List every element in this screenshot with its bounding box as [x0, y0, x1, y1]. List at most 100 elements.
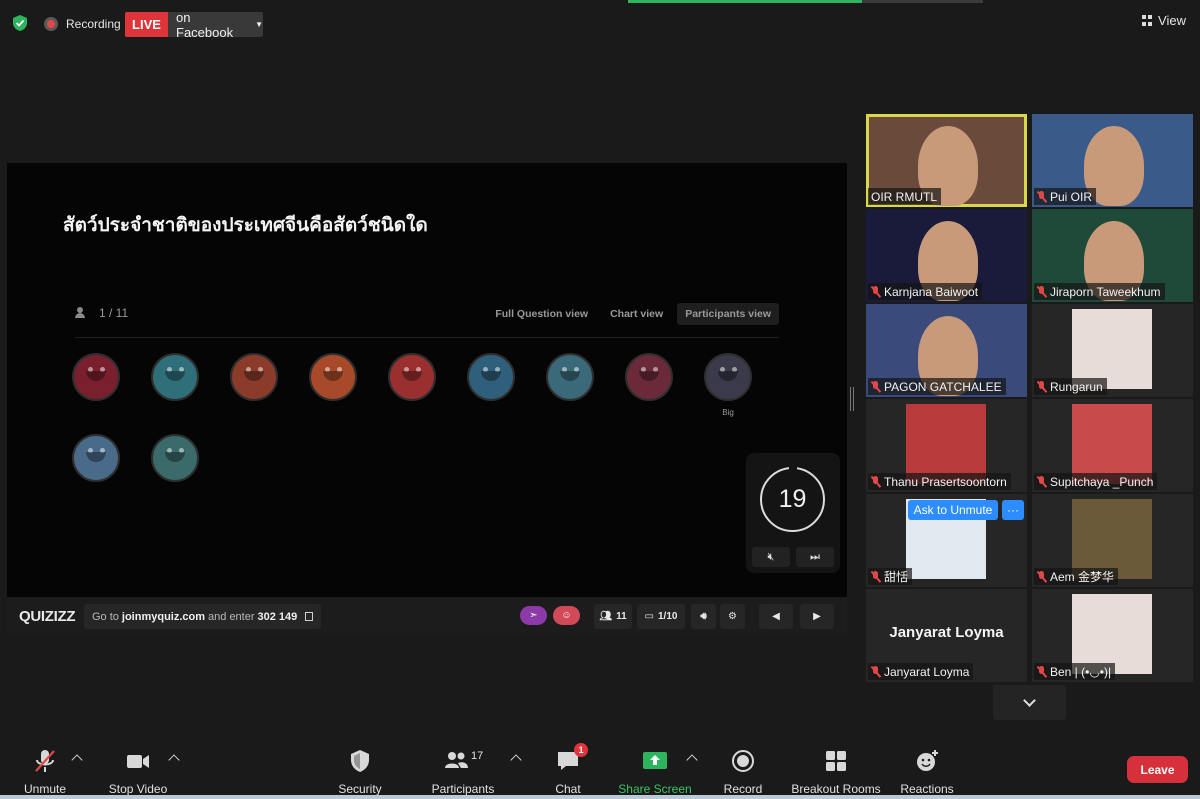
live-badge[interactable]: LIVE	[125, 12, 168, 37]
participant-avatar	[704, 353, 752, 401]
timer-value: 19	[778, 485, 807, 513]
tile-name-bar: Ben | (•◡•)|	[1034, 663, 1116, 680]
tab-view-2[interactable]: Participants view	[677, 303, 779, 325]
video-tile[interactable]: Ben | (•◡•)|	[1032, 589, 1193, 682]
tile-display-name: Janyarat Loyma	[889, 624, 1004, 641]
view-button[interactable]: View	[1142, 13, 1186, 28]
video-tile[interactable]: Karnjana Baiwoot	[866, 209, 1027, 302]
microphone-muted-icon	[1037, 475, 1046, 488]
avatar-face-part	[718, 371, 738, 381]
more-options-button[interactable]: ···	[1002, 500, 1024, 520]
tab-view-1[interactable]: Chart view	[602, 303, 671, 325]
tile-name-bar: Thanu Prasertsoontorn	[868, 473, 1011, 490]
breakout-rooms-button[interactable]: Breakout Rooms	[790, 738, 882, 796]
quizizz-logo: QUIZIZZ	[19, 608, 76, 625]
people-icon	[445, 752, 468, 768]
tile-name-bar: Supitchaya _Punch	[1034, 473, 1158, 490]
video-tile[interactable]: OIR RMUTL	[866, 114, 1027, 207]
participants-options-caret-icon[interactable]	[510, 754, 522, 766]
chat-label: Chat	[555, 782, 581, 796]
join-instructions[interactable]: Go to joinmyquiz.com and enter 302 149	[84, 604, 322, 629]
mute-sound-button[interactable]: 🔇︎	[752, 547, 790, 567]
shared-screen[interactable]: สัตว์ประจำชาติของประเทศจีนคือสัตว์ชนิดใด…	[7, 163, 847, 597]
chat-button[interactable]: 1 Chat	[553, 738, 588, 796]
security-button[interactable]: Security	[336, 738, 384, 796]
microphone-muted-icon	[871, 570, 880, 583]
video-tile[interactable]: Janyarat Loyma Janyarat Loyma	[866, 589, 1027, 682]
avatar-face-part	[86, 371, 106, 381]
video-tile[interactable]: Jiraporn Taweekhum	[1032, 209, 1193, 302]
video-tile[interactable]: Rungarun	[1032, 304, 1193, 397]
security-label: Security	[338, 782, 382, 796]
record-button[interactable]: Record	[722, 738, 764, 796]
question-progress-button[interactable]: ▭ 1/10	[637, 604, 685, 629]
avatar-face-part	[481, 371, 501, 381]
tile-name-bar: Rungarun	[1034, 378, 1107, 395]
participant-name: Aem 金梦华	[1050, 570, 1115, 584]
stop-video-button[interactable]: Stop Video	[105, 738, 171, 796]
gear-icon: ⚙	[728, 611, 737, 622]
avatar-face-part	[86, 452, 106, 462]
participant-avatar-name: Big	[722, 408, 734, 417]
smiley-icon: ☺	[561, 610, 572, 621]
recording-label[interactable]: Recording	[66, 17, 121, 31]
share-screen-button[interactable]: Share Screen	[616, 738, 694, 796]
copy-icon	[305, 612, 314, 621]
tile-name-bar: PAGON GATCHALEE	[868, 378, 1006, 395]
chat-unread-badge: 1	[574, 743, 588, 757]
encryption-shield-icon[interactable]	[11, 14, 29, 32]
reaction-button[interactable]: ☺	[553, 606, 580, 625]
audio-options-caret-icon[interactable]	[71, 754, 83, 766]
unmute-button[interactable]: Unmute	[22, 738, 68, 796]
video-tile[interactable]: Thanu Prasertsoontorn	[866, 399, 1027, 492]
record-icon	[732, 750, 754, 772]
video-tile[interactable]: PAGON GATCHALEE	[866, 304, 1027, 397]
volume-button[interactable]: 🔊︎	[691, 604, 716, 629]
participants-label: Participants	[431, 782, 495, 796]
split-resize-handle[interactable]	[850, 387, 854, 411]
video-tile[interactable]: Supitchaya _Punch	[1032, 399, 1193, 492]
view-label: View	[1158, 13, 1186, 28]
gallery-next-page-button[interactable]	[993, 685, 1066, 720]
reactions-button[interactable]: Reactions	[899, 738, 955, 796]
participant-photo	[906, 404, 986, 484]
microphone-muted-icon	[871, 380, 880, 393]
top-progress-bar	[628, 0, 983, 3]
powerup-button[interactable]: ➣	[520, 606, 547, 625]
arrow-left-icon: ◀	[772, 611, 780, 622]
recording-icon[interactable]	[44, 17, 58, 31]
participant-avatar	[625, 353, 673, 401]
skip-button[interactable]: ⏭︎	[796, 547, 834, 567]
players-button[interactable]: 👥︎ 11	[594, 604, 632, 629]
video-tile[interactable]: Pui OIR	[1032, 114, 1193, 207]
tile-name-bar: Karnjana Baiwoot	[868, 283, 983, 300]
zoom-meeting-window: Recording LIVE on Facebook ▼ View สัตว์ป…	[0, 0, 1200, 799]
quiz-question: สัตว์ประจำชาติของประเทศจีนคือสัตว์ชนิดใด	[63, 215, 428, 236]
leave-button[interactable]: Leave	[1127, 756, 1188, 783]
live-destination-label: on Facebook	[176, 9, 234, 40]
people-icon	[75, 307, 91, 319]
tab-view-0[interactable]: Full Question view	[487, 303, 596, 325]
meeting-controls: Unmute Stop Video Security 17 Participan…	[0, 738, 1200, 799]
microphone-muted-icon	[871, 475, 880, 488]
video-camera-icon	[127, 755, 149, 768]
grid-view-icon	[1142, 15, 1153, 26]
settings-button[interactable]: ⚙	[720, 604, 745, 629]
chat-icon-wrap: 1	[555, 743, 588, 774]
breakout-rooms-label: Breakout Rooms	[791, 782, 881, 796]
microphone-muted-icon	[1037, 285, 1046, 298]
video-tile[interactable]: Aem 金梦华	[1032, 494, 1193, 587]
next-button[interactable]: ▶	[800, 604, 834, 629]
monitor-icon: ▭	[644, 611, 654, 622]
tile-name-bar: Janyarat Loyma	[868, 663, 974, 680]
live-destination-dropdown[interactable]: on Facebook ▼	[168, 9, 263, 40]
previous-button[interactable]: ◀	[759, 604, 793, 629]
ask-to-unmute-button[interactable]: Ask to Unmute	[908, 500, 998, 520]
stop-video-label: Stop Video	[108, 782, 168, 796]
caret-down-icon: ▼	[255, 20, 263, 29]
participant-avatar	[151, 434, 199, 482]
share-screen-label: Share Screen	[618, 782, 692, 796]
players-icon: 👥︎	[599, 611, 613, 622]
participants-button[interactable]: 17 Participants	[430, 738, 496, 796]
join-site: joinmyquiz.com	[121, 610, 206, 623]
